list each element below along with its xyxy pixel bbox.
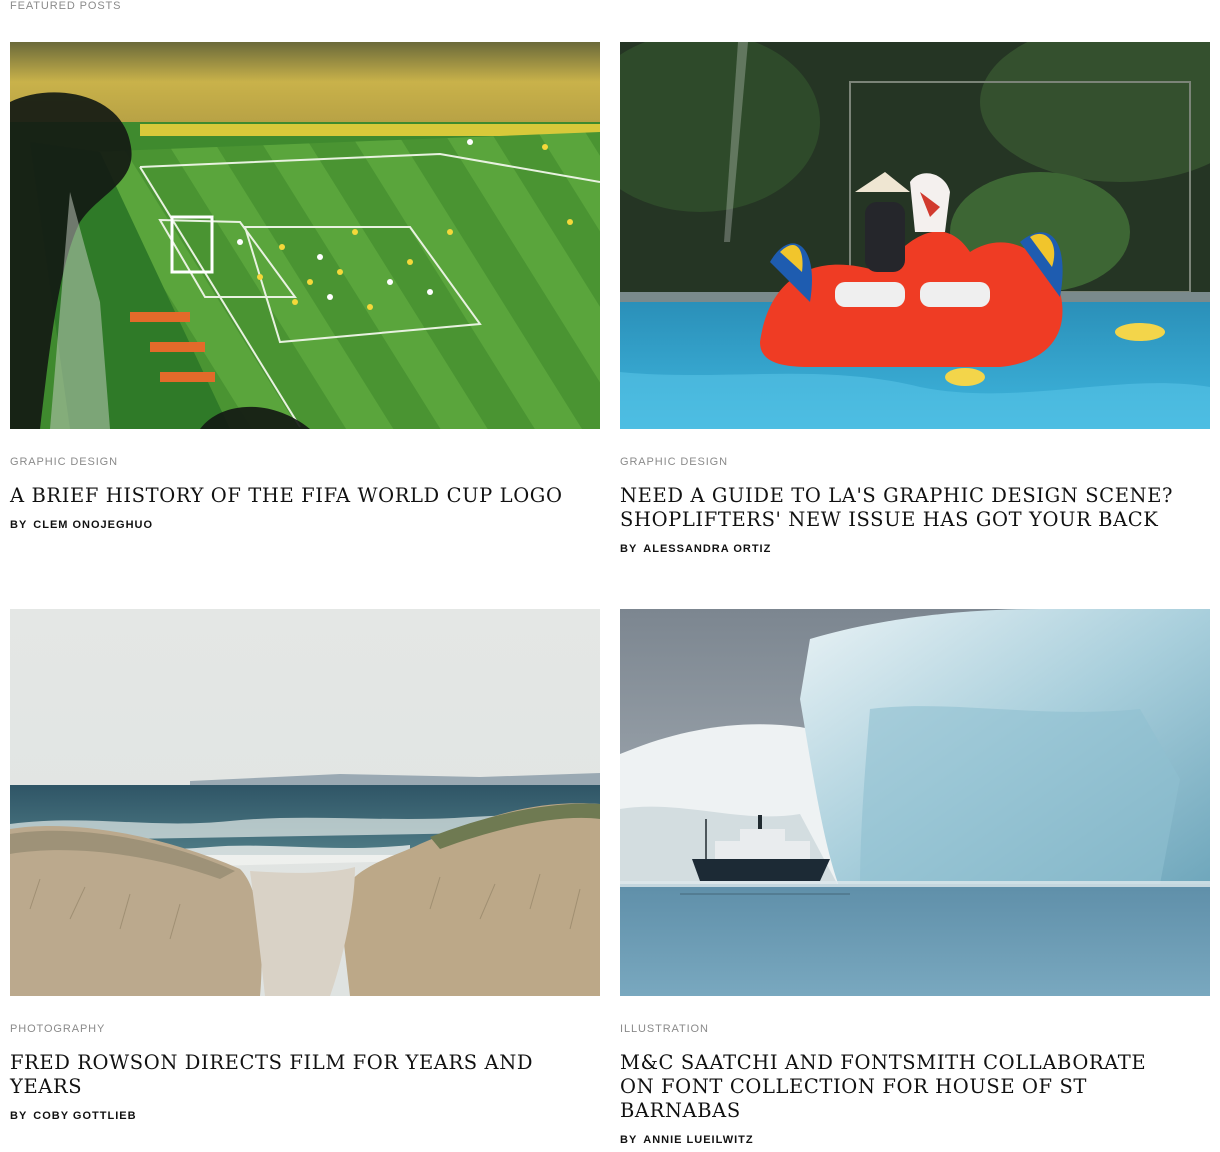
post-author[interactable]: COBY GOTTLIEB bbox=[33, 1110, 136, 1122]
byline-prefix: BY bbox=[620, 543, 638, 555]
post-title[interactable]: A BRIEF HISTORY OF THE FIFA WORLD CUP LO… bbox=[10, 484, 570, 508]
pool-inflatable-photo bbox=[620, 42, 1210, 429]
post-author[interactable]: CLEM ONOJEGHUO bbox=[33, 519, 153, 531]
post-title[interactable]: NEED A GUIDE TO LA'S GRAPHIC DESIGN SCEN… bbox=[620, 484, 1180, 532]
post-byline: BY ANNIE LUEILWITZ bbox=[620, 1134, 1210, 1146]
post-category[interactable]: PHOTOGRAPHY bbox=[10, 1023, 600, 1035]
post-card: GRAPHIC DESIGN NEED A GUIDE TO LA'S GRAP… bbox=[620, 42, 1210, 555]
post-author[interactable]: ALESSANDRA ORTIZ bbox=[643, 543, 771, 555]
byline-prefix: BY bbox=[620, 1134, 638, 1146]
stadium-football-photo bbox=[10, 42, 600, 429]
iceberg-ship-photo bbox=[620, 609, 1210, 996]
post-card: ILLUSTRATION M&C SAATCHI AND FONTSMITH C… bbox=[620, 609, 1210, 1146]
post-title[interactable]: M&C SAATCHI AND FONTSMITH COLLABORATE ON… bbox=[620, 1051, 1180, 1123]
post-image-link[interactable] bbox=[10, 609, 600, 996]
post-byline: BY COBY GOTTLIEB bbox=[10, 1110, 600, 1122]
post-title[interactable]: FRED ROWSON DIRECTS FILM FOR YEARS AND Y… bbox=[10, 1051, 570, 1099]
post-card: GRAPHIC DESIGN A BRIEF HISTORY OF THE FI… bbox=[10, 42, 600, 531]
post-image-link[interactable] bbox=[620, 42, 1210, 429]
post-card: PHOTOGRAPHY FRED ROWSON DIRECTS FILM FOR… bbox=[10, 609, 600, 1122]
beach-dunes-photo bbox=[10, 609, 600, 996]
section-label: FEATURED POSTS bbox=[10, 0, 122, 12]
post-byline: BY ALESSANDRA ORTIZ bbox=[620, 543, 1210, 555]
byline-prefix: BY bbox=[10, 1110, 28, 1122]
post-category[interactable]: GRAPHIC DESIGN bbox=[620, 456, 1210, 468]
post-category[interactable]: ILLUSTRATION bbox=[620, 1023, 1210, 1035]
post-image-link[interactable] bbox=[620, 609, 1210, 996]
post-author[interactable]: ANNIE LUEILWITZ bbox=[643, 1134, 753, 1146]
post-byline: BY CLEM ONOJEGHUO bbox=[10, 519, 600, 531]
post-category[interactable]: GRAPHIC DESIGN bbox=[10, 456, 600, 468]
post-image-link[interactable] bbox=[10, 42, 600, 429]
byline-prefix: BY bbox=[10, 519, 28, 531]
